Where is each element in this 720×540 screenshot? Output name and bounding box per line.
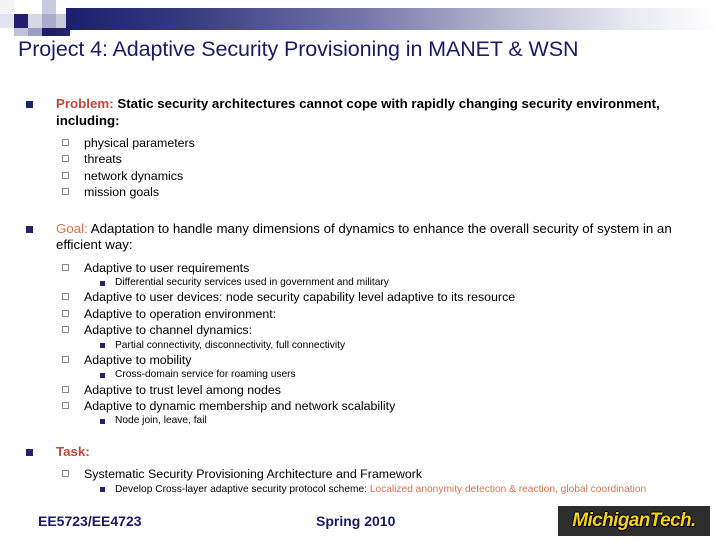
list-item-label: mission goals <box>84 185 160 200</box>
deco-square <box>14 0 28 14</box>
hollow-square-bullet-icon <box>62 171 69 179</box>
list-item: Systematic Security Provisioning Archite… <box>0 466 720 482</box>
hollow-square-bullet-icon <box>62 139 69 146</box>
list-item-label: Adaptive to user devices: node security … <box>84 290 516 305</box>
goal-lead-label: Goal: <box>56 220 88 236</box>
list-item-label: Adaptive to operation environment: <box>84 306 277 321</box>
header-decoration <box>0 0 720 36</box>
small-square-bullet-icon <box>100 418 105 424</box>
list-item-label: Adaptive to user requirements <box>84 260 250 275</box>
deco-square <box>42 14 56 28</box>
hollow-square-bullet-icon <box>62 385 69 393</box>
deco-square <box>28 0 42 14</box>
hollow-square-bullet-icon <box>62 401 69 409</box>
list-item-label: Differential security services used in g… <box>115 277 389 289</box>
hollow-square-bullet-icon <box>62 470 69 478</box>
square-bullet-icon <box>26 225 33 233</box>
list-item-label: Adaptive to trust level among nodes <box>84 382 281 397</box>
list-item: Adaptive to trust level among nodes <box>0 382 720 398</box>
hollow-square-bullet-icon <box>62 326 69 334</box>
header-gradient-band <box>66 8 720 30</box>
deco-square <box>0 0 14 14</box>
list-item-accent-label: Localized anonymity detection & reaction… <box>369 483 647 495</box>
problem-text: Static security architectures cannot cop… <box>56 96 660 128</box>
goal-text: Adaptation to handle many dimensions of … <box>56 220 672 253</box>
list-item-label: Adaptive to dynamic membership and netwo… <box>84 398 396 413</box>
deco-square <box>28 28 42 36</box>
slide-body: Problem: Static security architectures c… <box>0 96 720 496</box>
deco-square <box>42 0 56 14</box>
small-square-bullet-icon <box>100 280 105 286</box>
list-item: Adaptive to user requirements <box>0 260 720 276</box>
list-item: Differential security services used in g… <box>0 276 720 289</box>
list-item-label: network dynamics <box>84 168 184 183</box>
footer-course-label: EE5723/EE4723 <box>38 513 142 529</box>
list-item-label: Adaptive to channel dynamics: <box>84 323 253 338</box>
bullet-task: Task: <box>0 444 720 461</box>
list-item-label: Cross-domain service for roaming users <box>115 369 296 381</box>
footer-term-label: Spring 2010 <box>316 513 396 529</box>
list-item: Cross-domain service for roaming users <box>0 368 720 381</box>
list-item: Partial connectivity, disconnectivity, f… <box>0 339 720 352</box>
hollow-square-bullet-icon <box>62 293 69 301</box>
square-bullet-icon <box>26 101 33 108</box>
deco-square <box>14 14 28 28</box>
list-item: mission goals <box>0 184 720 200</box>
list-item: Adaptive to user devices: node security … <box>0 289 720 305</box>
hollow-square-bullet-icon <box>62 263 69 271</box>
deco-square <box>28 14 42 28</box>
deco-square <box>14 28 28 36</box>
hollow-square-bullet-icon <box>62 355 69 363</box>
task-lead-label: Task: <box>56 443 90 459</box>
list-item: network dynamics <box>0 168 720 184</box>
list-item-label: Develop Cross-layer adaptive security pr… <box>115 483 370 495</box>
small-square-bullet-icon <box>100 487 105 493</box>
list-item: Adaptive to mobility <box>0 352 720 368</box>
hollow-square-bullet-icon <box>62 309 69 317</box>
bullet-problem: Problem: Static security architectures c… <box>0 96 720 129</box>
list-item-label: Node join, leave, fail <box>115 415 207 427</box>
bullet-goal: Goal: Adaptation to handle many dimensio… <box>0 221 720 254</box>
list-item-label: Adaptive to mobility <box>84 352 192 367</box>
deco-square <box>0 28 14 36</box>
small-square-bullet-icon <box>100 372 105 378</box>
problem-lead-label: Problem: <box>56 96 114 111</box>
hollow-square-bullet-icon <box>62 155 69 163</box>
list-item: Adaptive to operation environment: <box>0 306 720 322</box>
list-item-label: Systematic Security Provisioning Archite… <box>84 467 423 482</box>
list-item: Develop Cross-layer adaptive security pr… <box>0 483 720 496</box>
list-item-label: physical parameters <box>84 136 195 150</box>
page-title: Project 4: Adaptive Security Provisionin… <box>18 37 579 61</box>
list-item: Adaptive to channel dynamics: <box>0 322 720 338</box>
hollow-square-bullet-icon <box>62 188 69 196</box>
deco-square <box>0 14 14 28</box>
small-square-bullet-icon <box>100 343 105 349</box>
list-item-label: Partial connectivity, disconnectivity, f… <box>115 339 346 351</box>
list-item: physical parameters <box>0 135 720 151</box>
deco-square <box>42 28 56 36</box>
list-item: threats <box>0 151 720 167</box>
list-item: Adaptive to dynamic membership and netwo… <box>0 398 720 414</box>
michigan-tech-logo: MichiganTech. <box>558 506 710 536</box>
logo-text: MichiganTech. <box>572 510 696 531</box>
list-item: Node join, leave, fail <box>0 414 720 427</box>
list-item-label: threats <box>84 152 122 167</box>
square-bullet-icon <box>26 448 33 456</box>
